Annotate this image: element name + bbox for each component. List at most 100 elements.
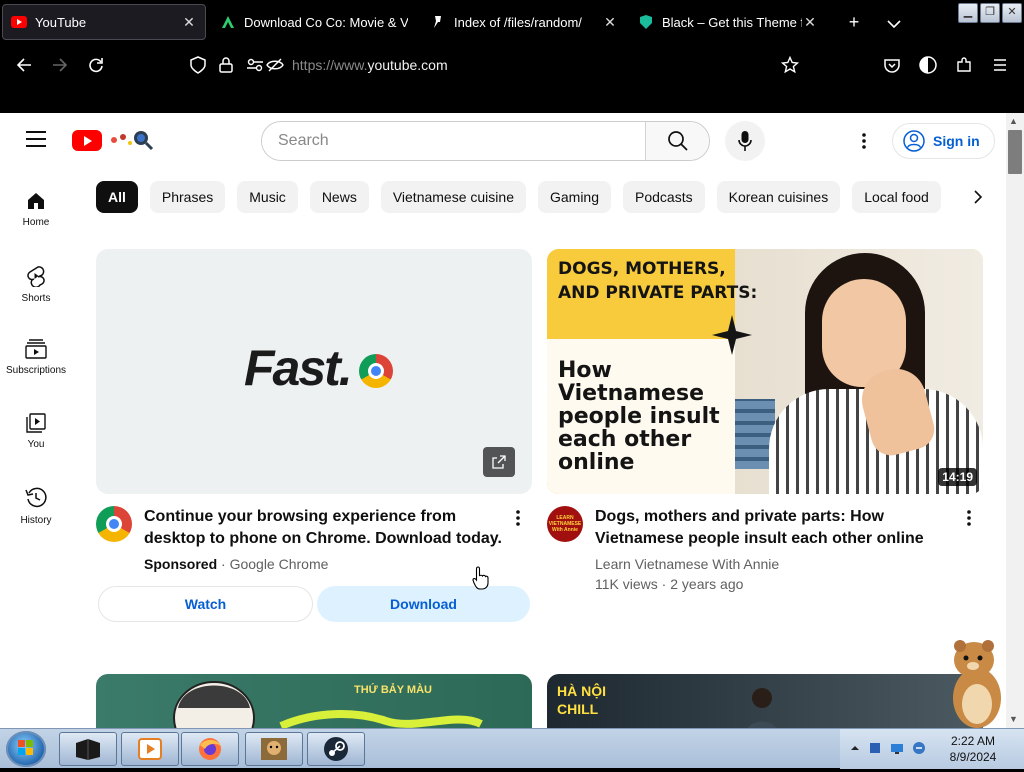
search-button[interactable] xyxy=(645,122,709,160)
close-tab-icon[interactable]: ✕ xyxy=(602,14,618,31)
video-thumbnail[interactable]: DOGS, MOTHERS, AND PRIVATE PARTS: How Vi… xyxy=(547,249,983,494)
search-box xyxy=(261,121,710,161)
back-button[interactable] xyxy=(12,53,36,77)
tab-index-files[interactable]: Index of /files/random/ ✕ xyxy=(422,4,626,40)
channel-avatar[interactable]: LEARN VIETNAMESE With Annie xyxy=(547,506,583,542)
new-tab-button[interactable]: + xyxy=(842,10,866,34)
sponsored-label: Sponsored xyxy=(144,556,218,572)
tab-title: Download Co Co: Movie & V xyxy=(244,14,408,30)
open-external-icon[interactable] xyxy=(483,447,515,477)
tab-black-theme[interactable]: Black – Get this Theme for ✕ xyxy=(630,4,826,40)
ad-meta: Continue your browsing experience from d… xyxy=(96,506,532,574)
taskbar-app-game[interactable] xyxy=(245,732,303,766)
chip-local-food[interactable]: Local food xyxy=(852,181,941,213)
start-button[interactable] xyxy=(6,731,46,767)
menu-icon[interactable] xyxy=(988,53,1012,77)
ad-title[interactable]: Continue your browsing experience from d… xyxy=(144,506,502,550)
clock-time: 2:22 AM xyxy=(950,734,996,748)
cartoon-face-graphic xyxy=(173,681,255,728)
taskbar-app-firefox[interactable] xyxy=(181,732,239,766)
chip-korean-cuisines[interactable]: Korean cuisines xyxy=(716,181,841,213)
pocket-icon[interactable] xyxy=(880,53,904,77)
download-button[interactable]: Download xyxy=(317,586,530,622)
page-scrollbar[interactable]: ▲ ▼ xyxy=(1006,113,1024,728)
video-stats: 11K views · 2 years ago xyxy=(595,576,744,592)
sidebar-item-subscriptions[interactable]: Subscriptions xyxy=(0,321,72,395)
taskbar-app-steam[interactable] xyxy=(307,732,365,766)
volume-icon[interactable] xyxy=(912,741,926,755)
search-icon xyxy=(667,131,688,151)
close-tab-icon[interactable]: ✕ xyxy=(802,14,818,31)
system-clock[interactable]: 2:22 AM 8/9/2024 xyxy=(930,733,1016,765)
tab-list-button[interactable] xyxy=(882,10,906,34)
network-icon[interactable] xyxy=(890,741,904,755)
voice-search-button[interactable] xyxy=(725,121,765,161)
channel-name[interactable]: Learn Vietnamese With Annie xyxy=(595,554,953,574)
shorts-icon xyxy=(27,266,45,287)
close-window-button[interactable]: ✕ xyxy=(1002,3,1022,23)
lock-icon[interactable] xyxy=(214,53,238,77)
close-tab-icon[interactable]: ✕ xyxy=(181,14,197,31)
sidebar-item-shorts[interactable]: Shorts xyxy=(0,247,72,321)
ad-menu-button[interactable] xyxy=(508,506,528,530)
minimize-button[interactable]: ▁ xyxy=(958,3,978,23)
video-menu-button[interactable] xyxy=(959,506,979,530)
microphone-icon xyxy=(738,131,752,151)
taskbar-app-terminal[interactable] xyxy=(59,732,117,766)
scroll-down-arrow-icon[interactable]: ▼ xyxy=(1009,714,1018,724)
view-count: 11K views xyxy=(595,576,658,592)
settings-more-button[interactable] xyxy=(852,129,876,153)
tab-download-coco[interactable]: Download Co Co: Movie & V xyxy=(212,4,416,40)
shield-icon[interactable] xyxy=(186,53,210,77)
taskbar-app-media-player[interactable] xyxy=(121,732,179,766)
ad-thumbnail[interactable]: Fast. xyxy=(96,249,532,494)
advertiser-avatar[interactable] xyxy=(96,506,132,542)
search-input[interactable] xyxy=(262,122,645,160)
guide-menu-button[interactable] xyxy=(26,131,46,149)
chip-vietnamese-cuisine[interactable]: Vietnamese cuisine xyxy=(380,181,526,213)
scroll-up-arrow-icon[interactable]: ▲ xyxy=(1009,116,1018,126)
url-field[interactable]: https://www.youtube.com xyxy=(292,57,448,73)
video-card: DOGS, MOTHERS, AND PRIVATE PARTS: How Vi… xyxy=(547,249,983,594)
reload-button[interactable] xyxy=(84,53,108,77)
sidebar-item-history[interactable]: History xyxy=(0,469,72,543)
tracking-blocked-icon[interactable] xyxy=(263,53,287,77)
chips-next-button[interactable] xyxy=(966,187,990,207)
sidebar-item-label: History xyxy=(20,515,52,526)
sidebar-item-label: Shorts xyxy=(21,293,51,304)
tab-youtube[interactable]: YouTube ✕ xyxy=(2,4,206,40)
upload-age: 2 years ago xyxy=(670,576,744,592)
system-tray: 2:22 AM 8/9/2024 xyxy=(840,729,1024,769)
chip-music[interactable]: Music xyxy=(237,181,298,213)
tab-title: YouTube xyxy=(35,14,87,30)
restore-button[interactable]: ❐ xyxy=(980,3,1000,23)
ad-thumbnail-text: Fast. xyxy=(244,340,353,396)
video-thumbnail-row2-left[interactable]: THỨ BẢY MÀU xyxy=(96,674,532,728)
ad-actions: Watch Download xyxy=(96,586,532,622)
video-thumbnail-row2-right[interactable]: HÀ NỘI CHILL xyxy=(547,674,983,728)
steam-icon xyxy=(324,737,348,761)
chip-podcasts[interactable]: Podcasts xyxy=(623,181,705,213)
video-title[interactable]: Dogs, mothers and private parts: How Vie… xyxy=(595,506,953,550)
dark-reader-icon[interactable] xyxy=(916,53,940,77)
tray-app-icon[interactable] xyxy=(868,741,882,755)
sidebar-item-home[interactable]: Home xyxy=(0,173,72,247)
media-player-icon xyxy=(138,738,162,760)
forward-button[interactable] xyxy=(48,53,72,77)
youtube-logo[interactable] xyxy=(72,129,154,151)
sign-in-button[interactable]: Sign in xyxy=(892,123,995,159)
you-icon xyxy=(26,413,46,433)
scrollbar-thumb[interactable] xyxy=(1008,130,1022,174)
bookmark-star-icon[interactable] xyxy=(778,53,802,77)
url-prefix: https://www. xyxy=(292,57,368,73)
url-domain: youtube.com xyxy=(367,57,448,73)
chip-news[interactable]: News xyxy=(309,181,369,213)
chip-phrases[interactable]: Phrases xyxy=(149,181,226,213)
youtube-favicon-icon xyxy=(11,14,27,30)
watch-button[interactable]: Watch xyxy=(98,586,313,622)
extensions-icon[interactable] xyxy=(952,53,976,77)
sidebar-item-you[interactable]: You xyxy=(0,395,72,469)
chip-gaming[interactable]: Gaming xyxy=(537,181,612,213)
chip-all[interactable]: All xyxy=(96,181,138,213)
tray-expand-icon[interactable] xyxy=(848,741,862,755)
